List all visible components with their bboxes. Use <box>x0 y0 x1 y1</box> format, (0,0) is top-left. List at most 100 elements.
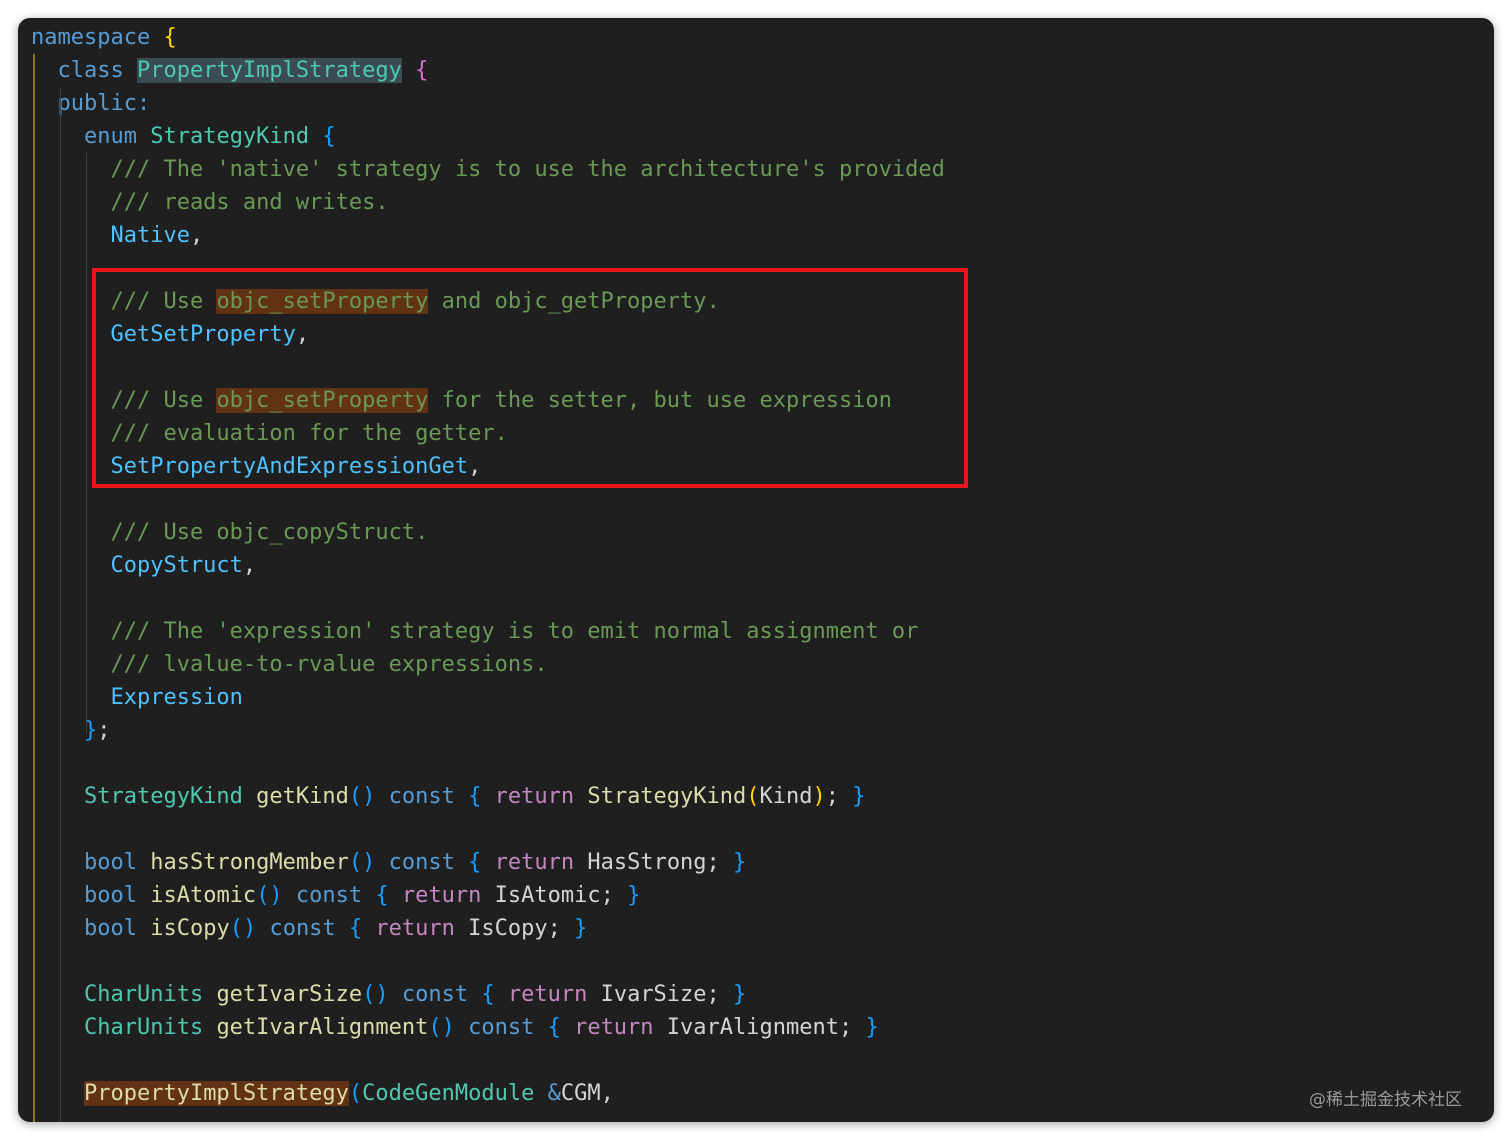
code-token: isAtomic <box>150 883 257 908</box>
indent-guide <box>60 87 61 1122</box>
code-token: ; <box>825 784 853 809</box>
code-token: StrategyKind <box>150 124 310 149</box>
code-line: Native, <box>18 219 1494 252</box>
code-token: CopyStruct <box>31 553 243 578</box>
code-token: getKind <box>256 784 349 809</box>
code-token: { <box>415 58 429 83</box>
watermark: @稀土掘金技术社区 <box>1309 1090 1462 1110</box>
code-token: /// The 'native' strategy is to use the … <box>31 157 945 182</box>
code-line: }; <box>18 714 1494 747</box>
code-token: ) <box>812 784 826 809</box>
code-line: /// Use objc_copyStruct. <box>18 516 1494 549</box>
code-token: bool <box>31 850 151 875</box>
code-line: CopyStruct, <box>18 549 1494 582</box>
code-token: CharUnits <box>31 982 204 1007</box>
code-token: CGM, <box>560 1081 614 1106</box>
editor-window: namespace { class PropertyImplStrategy {… <box>18 18 1494 1122</box>
code-token: class <box>31 58 137 83</box>
code-token: } <box>733 850 747 875</box>
code-token: return <box>388 883 495 908</box>
code-token: bool <box>31 883 151 908</box>
code-token: () <box>362 982 389 1007</box>
code-token: CodeGenModule <box>362 1081 535 1106</box>
code-line: bool isAtomic() const { return IsAtomic;… <box>18 879 1494 912</box>
code-token: , <box>242 553 257 578</box>
code-token: /// reads and writes. <box>31 190 389 215</box>
code-token: ( <box>348 1081 363 1106</box>
code-area[interactable]: namespace { class PropertyImplStrategy {… <box>18 18 1494 1122</box>
code-line: CharUnits getIvarSize() const { return I… <box>18 978 1494 1011</box>
code-token: return <box>494 982 601 1007</box>
code-line: public: <box>18 87 1494 120</box>
code-token: } <box>574 916 588 941</box>
code-token: hasStrongMember <box>150 850 349 875</box>
code-token: return <box>560 1015 667 1040</box>
code-token: { <box>481 982 495 1007</box>
code-token: const <box>375 784 469 809</box>
code-token: } <box>852 784 866 809</box>
code-token: StrategyKind <box>31 784 243 809</box>
code-token: } <box>627 883 641 908</box>
code-line: class PropertyImplStrategy { <box>18 54 1494 87</box>
code-line: namespace { <box>18 21 1494 54</box>
code-token: } <box>865 1015 879 1040</box>
code-token: () <box>256 883 283 908</box>
code-token: return <box>481 850 588 875</box>
code-token: { <box>547 1015 561 1040</box>
code-line: CharUnits getIvarAlignment() const { ret… <box>18 1011 1494 1044</box>
code-token: { <box>322 124 336 149</box>
code-token: IvarSize; <box>600 982 734 1007</box>
code-token: HasStrong; <box>587 850 734 875</box>
code-token: /// The 'expression' strategy is to emit… <box>31 619 919 644</box>
code-token: PropertyImplStrategy <box>83 1081 349 1106</box>
code-token: IsCopy; <box>468 916 575 941</box>
code-line: /// The 'expression' strategy is to emit… <box>18 615 1494 648</box>
code-token: const <box>454 1015 548 1040</box>
code-token: IvarAlignment; <box>666 1015 866 1040</box>
code-line: /// reads and writes. <box>18 186 1494 219</box>
code-token: const <box>388 982 482 1007</box>
code-token: () <box>428 1015 455 1040</box>
highlight-annotation-box <box>92 268 968 488</box>
code-token: { <box>375 883 389 908</box>
code-token: Expression <box>31 685 243 710</box>
code-token: /// Use objc_copyStruct. <box>31 520 429 545</box>
code-token: IsAtomic; <box>494 883 628 908</box>
code-token: bool <box>31 916 151 941</box>
code-token: public: <box>31 91 151 116</box>
code-token: CharUnits <box>31 1015 204 1040</box>
code-line: PropertyImplStrategy(CodeGenModule &CGM, <box>18 1077 1494 1110</box>
code-token: { <box>163 25 177 50</box>
code-token: const <box>375 850 469 875</box>
code-token: namespace <box>31 25 151 50</box>
code-token: const <box>282 883 376 908</box>
code-line: bool isCopy() const { return IsCopy; } <box>18 912 1494 945</box>
indent-guide <box>86 153 87 734</box>
code-token: ( <box>746 784 760 809</box>
code-line: enum StrategyKind { <box>18 120 1494 153</box>
code-token: return <box>362 916 469 941</box>
code-token: ; <box>97 718 111 743</box>
code-token: return <box>481 784 588 809</box>
code-line: bool hasStrongMember() const { return Ha… <box>18 846 1494 879</box>
code-token: Native <box>31 223 190 248</box>
code-token: /// lvalue-to-rvalue expressions. <box>31 652 548 677</box>
code-line: StrategyKind getKind() const { return St… <box>18 780 1494 813</box>
code-token: { <box>468 850 482 875</box>
code-token: StrategyKind <box>587 784 747 809</box>
code-token: { <box>348 916 363 941</box>
code-token: () <box>229 916 257 941</box>
